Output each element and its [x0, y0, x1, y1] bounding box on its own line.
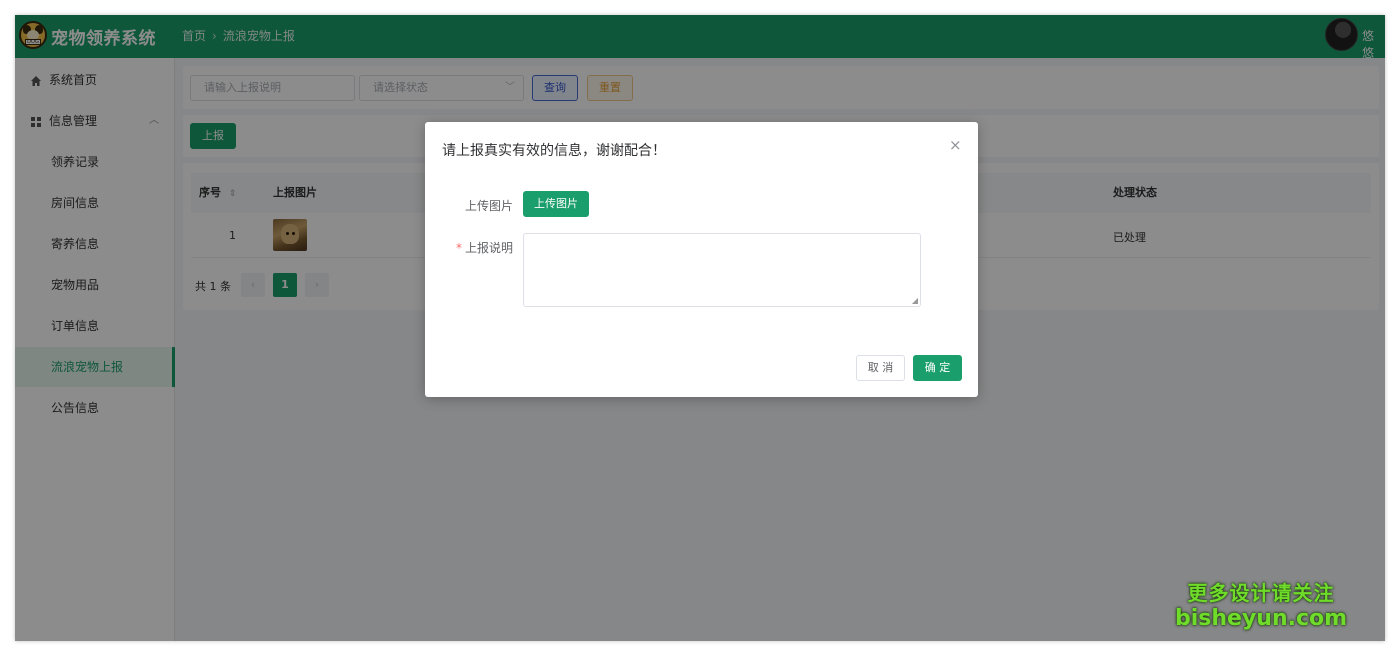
report-dialog: 请上报真实有效的信息，谢谢配合！ × 上传图片 上传图片 * 上报说明 ◢ 取 消… [425, 122, 978, 397]
watermark-line2: bisheyun.com [1175, 606, 1348, 631]
report-desc-label: * 上报说明 [455, 241, 513, 255]
report-desc-textarea[interactable]: ◢ [523, 233, 921, 307]
dialog-title: 请上报真实有效的信息，谢谢配合！ [442, 143, 666, 159]
confirm-button[interactable]: 确 定 [913, 355, 962, 381]
close-icon[interactable]: × [949, 136, 962, 154]
cancel-button[interactable]: 取 消 [856, 355, 905, 381]
upload-image-label: 上传图片 [464, 199, 513, 213]
app-window: DOG 宠物领养系统 首页 › 流浪宠物上报 悠悠 系统首页 信息管理 ︿ 领养记录… [15, 15, 1385, 641]
upload-image-button[interactable]: 上传图片 [523, 191, 589, 217]
resize-handle-icon[interactable]: ◢ [912, 297, 918, 305]
watermark: 更多设计请关注 bisheyun.com [1175, 580, 1347, 632]
watermark-line1: 更多设计请关注 [1187, 581, 1335, 605]
required-mark: * [455, 241, 462, 255]
